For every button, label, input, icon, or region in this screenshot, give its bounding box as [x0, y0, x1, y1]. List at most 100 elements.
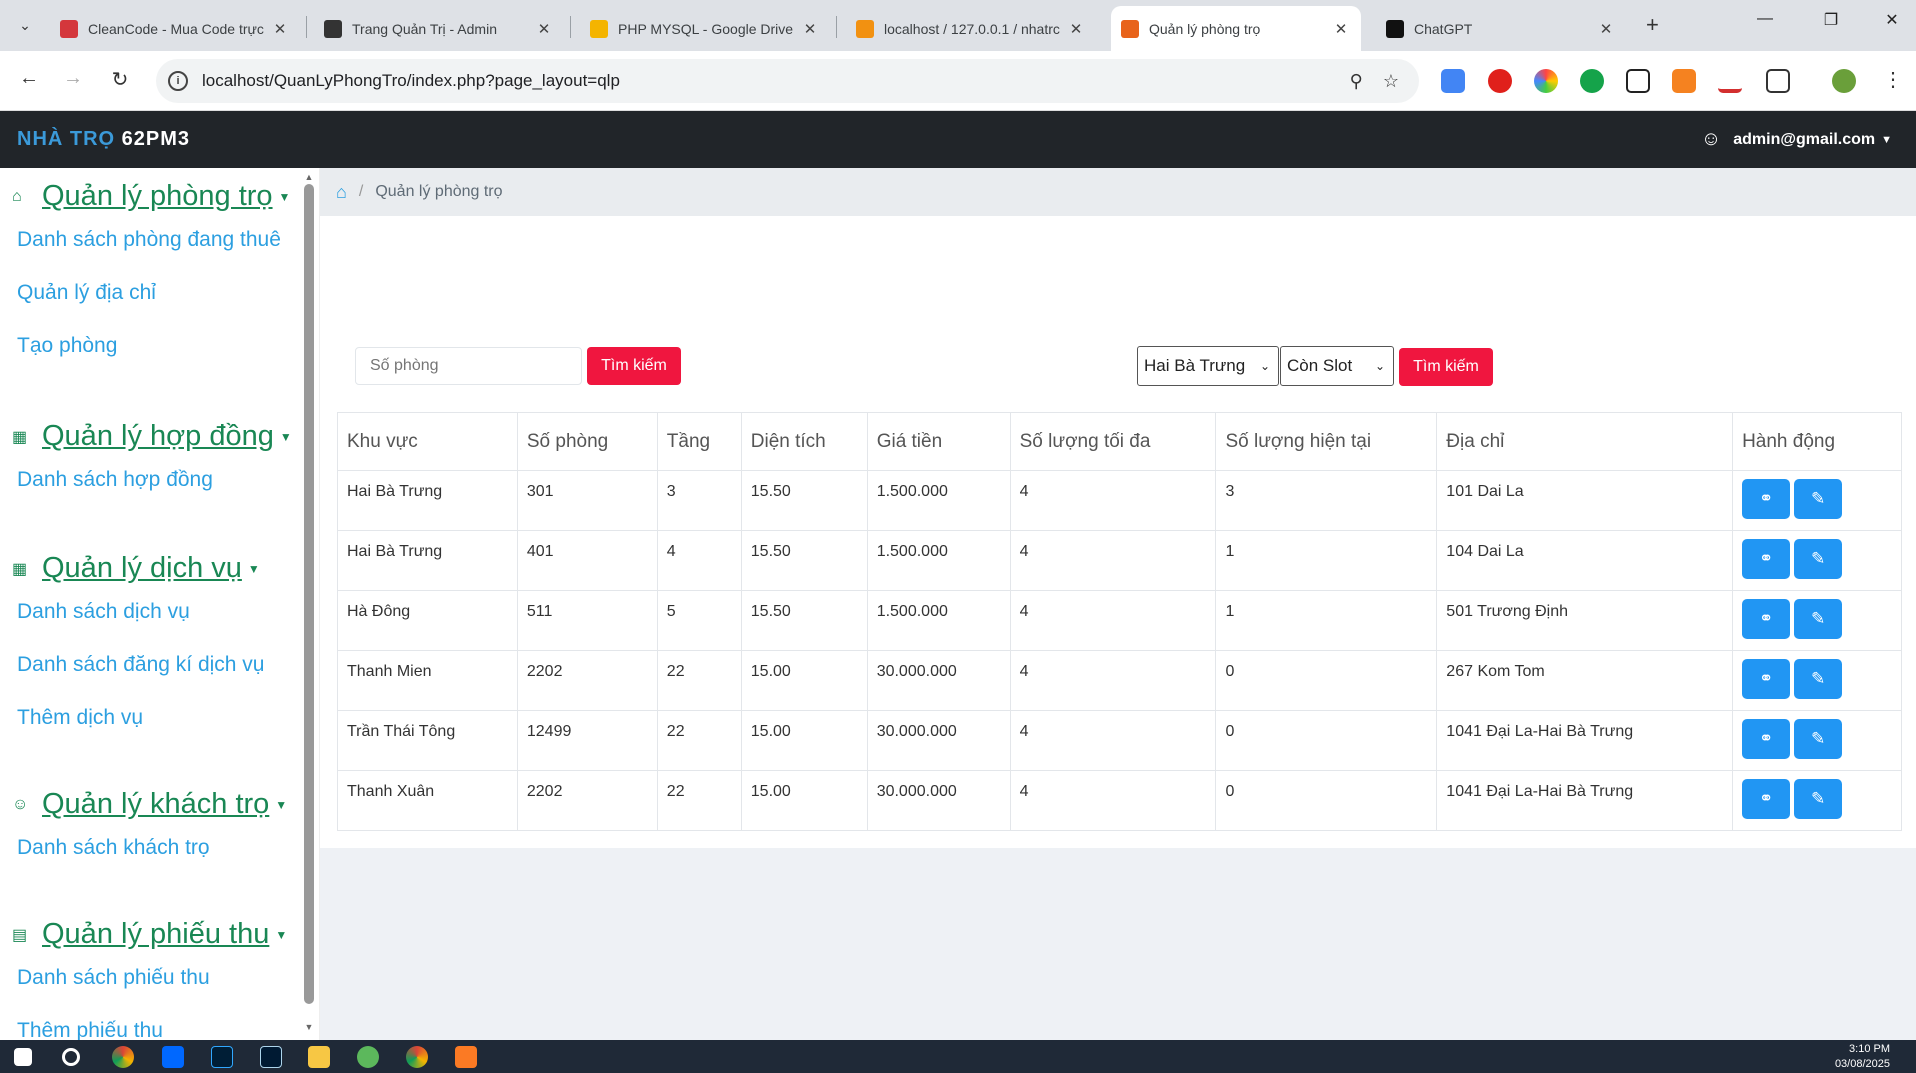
browser-tab[interactable]: CleanCode - Mua Code trực ✕ [50, 6, 300, 51]
key-button[interactable]: ⚭ [1742, 659, 1791, 699]
filter-search-button[interactable]: Tìm kiếm [1399, 348, 1493, 386]
system-clock[interactable]: 3:10 PM 03/08/2025 [1835, 1042, 1890, 1072]
grammarly-extension-icon[interactable] [1580, 69, 1604, 93]
orange-extension-icon[interactable] [1672, 69, 1696, 93]
sidebar-link[interactable]: Danh sách phiếu thu [17, 966, 210, 990]
key-button[interactable]: ⚭ [1742, 479, 1791, 519]
sidebar-link[interactable]: Thêm phiếu thu [17, 1019, 163, 1040]
photoshop-icon[interactable] [211, 1046, 233, 1068]
room-search-button[interactable]: Tìm kiếm [587, 347, 681, 385]
tab-close-icon[interactable]: ✕ [270, 20, 290, 38]
key-button[interactable]: ⚭ [1742, 779, 1791, 819]
caret-down-icon: ▼ [247, 561, 260, 576]
lightroom-icon[interactable] [260, 1046, 282, 1068]
puzzle-extensions-icon[interactable] [1766, 69, 1790, 93]
table-cell: 4 [1010, 470, 1217, 531]
sidebar-link[interactable]: Danh sách dịch vụ [17, 600, 190, 624]
edit-button[interactable]: ✎ [1794, 719, 1843, 759]
edit-button[interactable]: ✎ [1794, 779, 1843, 819]
app-icon[interactable] [357, 1046, 379, 1068]
sidebar-link[interactable]: Danh sách đăng kí dịch vụ [17, 653, 265, 677]
slot-select[interactable]: Còn Slot ⌄ [1280, 346, 1394, 386]
edit-button[interactable]: ✎ [1794, 659, 1843, 699]
home-icon[interactable]: ⌂ [336, 182, 347, 203]
sidebar-link[interactable]: Tạo phòng [17, 334, 117, 358]
room-number-search-input[interactable] [355, 347, 582, 385]
tab-close-icon[interactable]: ✕ [1596, 20, 1616, 38]
sidebar-section-header[interactable]: ☺ Quản lý khách trọ ▼ [12, 788, 287, 821]
browser-menu-button[interactable]: ⋮ [1878, 67, 1908, 92]
chrome-icon[interactable] [112, 1046, 134, 1068]
tab-close-icon[interactable]: ✕ [800, 20, 820, 38]
browser-tab[interactable]: Quản lý phòng trọ ✕ [1111, 6, 1361, 51]
sidebar-link[interactable]: Danh sách hợp đồng [17, 468, 213, 492]
search-icon[interactable] [62, 1048, 80, 1066]
tab-close-icon[interactable]: ✕ [534, 20, 554, 38]
magnet-extension-icon[interactable] [1718, 69, 1742, 93]
edit-button[interactable]: ✎ [1794, 479, 1843, 519]
user-menu[interactable]: ☺ admin@gmail.com ▼ [1701, 128, 1892, 151]
sidebar-link[interactable]: Danh sách phòng đang thuê [17, 228, 281, 252]
table-cell: 30.000.000 [867, 710, 1011, 771]
minimize-button[interactable]: — [1745, 10, 1785, 28]
key-button[interactable]: ⚭ [1742, 719, 1791, 759]
sidebar-section-header[interactable]: ▤ Quản lý phiếu thu ▼ [12, 918, 287, 951]
file-explorer-icon[interactable] [308, 1046, 330, 1068]
chrome-icon[interactable] [406, 1046, 428, 1068]
sidebar-section-title: Quản lý khách trọ [42, 788, 270, 820]
browser-tab[interactable]: ChatGPT ✕ [1376, 6, 1626, 51]
tab-close-icon[interactable]: ✕ [1066, 20, 1086, 38]
sidebar-link[interactable]: Danh sách khách trọ [17, 836, 210, 860]
tab-search-button[interactable]: ⌄ [10, 10, 40, 40]
table-cell: 267 Kom Tom [1436, 650, 1734, 711]
area-select[interactable]: Hai Bà Trưng ⌄ [1137, 346, 1279, 386]
sidebar-scrollbar[interactable]: ▲ ▼ [302, 172, 316, 1032]
forward-button[interactable]: → [58, 67, 88, 90]
key-button[interactable]: ⚭ [1742, 539, 1791, 579]
windows-start-icon[interactable] [14, 1048, 32, 1066]
opera-extension-icon[interactable] [1488, 69, 1512, 93]
address-bar[interactable]: i localhost/QuanLyPhongTro/index.php?pag… [156, 59, 1419, 103]
tab-favicon-icon [60, 19, 78, 38]
table-cell: 2202 [517, 770, 658, 831]
breadcrumb-separator: / [358, 183, 364, 200]
browser-tab[interactable]: PHP MYSQL - Google Drive ✕ [580, 6, 830, 51]
new-tab-button[interactable]: + [1646, 12, 1659, 38]
edit-button[interactable]: ✎ [1794, 599, 1843, 639]
sidebar-section-header[interactable]: ▦ Quản lý dịch vụ ▼ [12, 552, 260, 585]
zalo-icon[interactable] [162, 1046, 184, 1068]
scrollbar-thumb[interactable] [304, 184, 314, 1004]
browser-tab[interactable]: Trang Quản Trị - Admin ✕ [314, 6, 564, 51]
sidebar-link[interactable]: Thêm dịch vụ [17, 706, 143, 730]
close-window-button[interactable]: ✕ [1872, 10, 1912, 30]
xampp-icon[interactable] [455, 1046, 477, 1068]
sidebar-link[interactable]: Quản lý địa chỉ [17, 281, 156, 305]
table-cell: 401 [517, 530, 658, 591]
tab-close-icon[interactable]: ✕ [1331, 20, 1351, 38]
brand-name: NHÀ TRỌ [17, 128, 116, 150]
table-row: Hai Bà Trưng 301 3 15.50 1.500.000 4 3 101 Dai … [337, 470, 1902, 531]
bookmark-star-icon[interactable]: ☆ [1383, 71, 1399, 92]
key-button[interactable]: ⚭ [1742, 599, 1791, 639]
table-cell: 4 [1010, 770, 1217, 831]
zoom-icon[interactable]: ⚲ [1350, 71, 1363, 92]
back-button[interactable]: ← [14, 67, 44, 90]
reload-button[interactable]: ↻ [105, 67, 135, 92]
sidebar-section-header[interactable]: ⌂ Quản lý phòng trọ ▼ [12, 180, 290, 213]
sidebar-section-header[interactable]: ▦ Quản lý hợp đồng ▼ [12, 420, 292, 453]
actions-cell: ⚭ ✎ [1732, 710, 1902, 771]
tab-separator [836, 16, 837, 38]
site-info-icon[interactable]: i [168, 71, 188, 91]
image-extension-icon[interactable] [1626, 69, 1650, 93]
scroll-up-arrow-icon[interactable]: ▲ [302, 172, 316, 182]
translate-extension-icon[interactable] [1441, 69, 1465, 93]
table-cell: 15.50 [741, 470, 868, 531]
table-cell: 3 [1215, 470, 1438, 531]
profile-avatar[interactable] [1832, 69, 1856, 93]
brand-logo[interactable]: NHÀ TRỌ 62PM3 [17, 128, 190, 151]
maximize-button[interactable]: ❐ [1811, 10, 1851, 30]
scroll-down-arrow-icon[interactable]: ▼ [302, 1022, 316, 1032]
color-extension-icon[interactable] [1534, 69, 1558, 93]
edit-button[interactable]: ✎ [1794, 539, 1843, 579]
browser-tab[interactable]: localhost / 127.0.0.1 / nhatrc ✕ [846, 6, 1096, 51]
